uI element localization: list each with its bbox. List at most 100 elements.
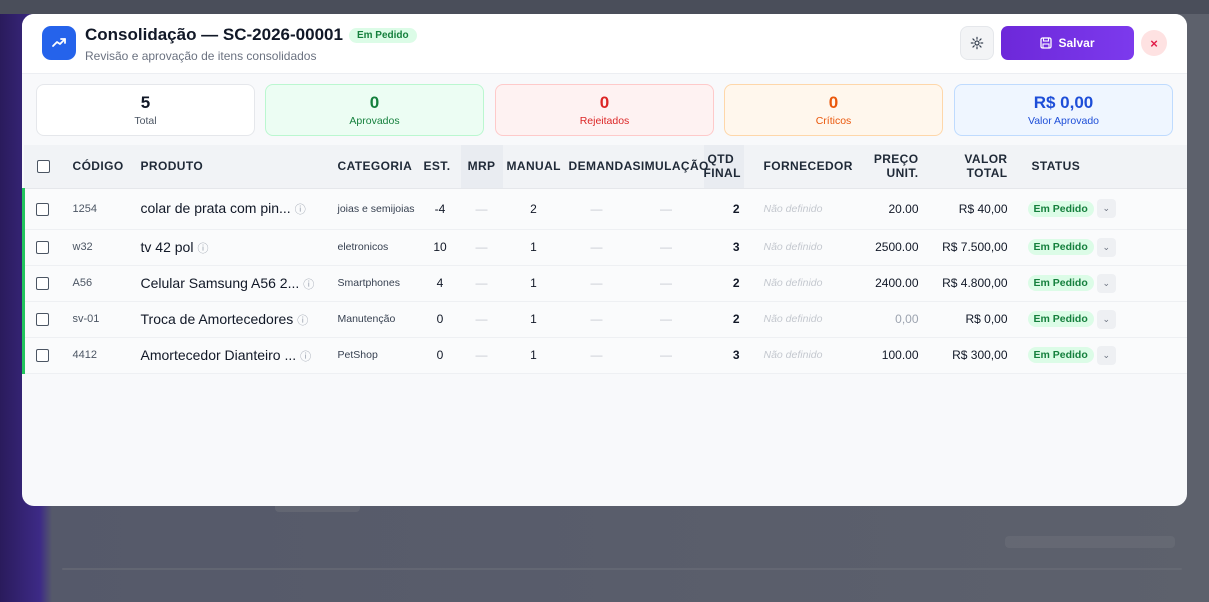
close-button[interactable]: × bbox=[1141, 30, 1167, 56]
row-est: 0 bbox=[419, 301, 461, 338]
select-all-checkbox[interactable] bbox=[36, 160, 50, 174]
summary-cards: 5 Total 0 Aprovados 0 Rejeitados 0 Críti… bbox=[36, 84, 1174, 136]
save-button[interactable]: Salvar bbox=[1001, 26, 1134, 60]
col-simulacao[interactable]: SIMULAÇÃO bbox=[628, 145, 708, 189]
info-icon[interactable]: ⓘ bbox=[303, 279, 314, 291]
row-valor: R$ 0,00 bbox=[922, 301, 1012, 338]
row-status-cell: Em Pedido ⌄ bbox=[1011, 229, 1187, 266]
row-demanda: — bbox=[564, 188, 629, 230]
row-produto-cell: colar de prata com pin... ⓘ bbox=[136, 188, 334, 230]
card-approved-label: Aprovados bbox=[349, 115, 400, 127]
row-fornecedor[interactable]: Não definido bbox=[743, 301, 860, 338]
col-fornecedor[interactable]: FORNECEDOR bbox=[743, 145, 860, 189]
chevron-down-icon[interactable]: ⌄ bbox=[1096, 309, 1116, 329]
row-est: -4 bbox=[419, 188, 461, 230]
col-status[interactable]: STATUS bbox=[1011, 145, 1187, 189]
col-qtd-final-line1: QTD bbox=[707, 152, 735, 167]
floppy-disk-icon bbox=[1040, 37, 1053, 49]
row-qtd-final: 2 bbox=[703, 188, 744, 230]
card-approved-value-total: R$ 0,00 Valor Aprovado bbox=[954, 84, 1173, 136]
col-codigo[interactable]: CÓDIGO bbox=[68, 145, 137, 189]
row-manual[interactable]: 1 bbox=[502, 229, 565, 266]
table-row[interactable]: 4412 Amortecedor Dianteiro ... ⓘ PetShop … bbox=[22, 337, 1187, 374]
row-manual[interactable]: 2 bbox=[502, 188, 565, 230]
card-critical: 0 Críticos bbox=[724, 84, 943, 136]
row-produto[interactable]: tv 42 pol bbox=[141, 239, 194, 255]
chevron-down-icon[interactable]: ⌄ bbox=[1096, 199, 1116, 218]
chevron-down-icon[interactable]: ⌄ bbox=[1096, 237, 1116, 257]
card-approved-value: 0 bbox=[369, 93, 380, 112]
row-fornecedor[interactable]: Não definido bbox=[743, 337, 860, 374]
row-codigo: 1254 bbox=[68, 188, 137, 230]
row-preco: 2400.00 bbox=[859, 265, 923, 302]
row-qtd-final: 3 bbox=[703, 337, 744, 374]
col-valor[interactable]: VALOR TOTAL bbox=[922, 145, 1012, 189]
col-valor-line1: VALOR bbox=[964, 152, 1008, 167]
row-codigo: 4412 bbox=[68, 337, 137, 374]
row-manual[interactable]: 1 bbox=[502, 337, 565, 374]
backdrop-ghost-divider bbox=[62, 568, 1182, 570]
row-checkbox[interactable] bbox=[36, 313, 49, 327]
col-demanda[interactable]: DEMANDA bbox=[564, 145, 632, 189]
row-categoria: Manutenção bbox=[333, 301, 420, 338]
table-header-row: CÓDIGO PRODUTO CATEGORIA EST. MRP MANUAL… bbox=[23, 145, 1187, 189]
row-produto[interactable]: Amortecedor Dianteiro ... bbox=[141, 347, 297, 363]
row-simulacao: — bbox=[628, 265, 704, 302]
col-preco[interactable]: PREÇO UNIT. bbox=[859, 145, 923, 189]
row-checkbox[interactable] bbox=[36, 202, 49, 216]
info-icon[interactable]: ⓘ bbox=[300, 351, 311, 363]
row-status-cell: Em Pedido ⌄ bbox=[1011, 265, 1187, 302]
row-checkbox[interactable] bbox=[36, 277, 49, 291]
row-produto-cell: Troca de Amortecedores ⓘ bbox=[136, 301, 334, 338]
col-categoria[interactable]: CATEGORIA bbox=[333, 145, 420, 189]
row-status-badge: Em Pedido bbox=[1027, 347, 1094, 364]
row-status-cell: Em Pedido ⌄ bbox=[1011, 337, 1187, 374]
row-produto-cell: Amortecedor Dianteiro ... ⓘ bbox=[136, 337, 334, 374]
row-produto-cell: tv 42 pol ⓘ bbox=[136, 229, 334, 266]
row-manual[interactable]: 1 bbox=[502, 265, 565, 302]
row-est: 0 bbox=[419, 337, 461, 374]
row-demanda: — bbox=[564, 229, 629, 266]
table-row[interactable]: 1254 colar de prata com pin... ⓘ joias e … bbox=[22, 188, 1187, 230]
col-preco-line1: PREÇO bbox=[873, 152, 919, 167]
col-est[interactable]: EST. bbox=[419, 145, 461, 189]
row-manual[interactable]: 1 bbox=[502, 301, 565, 338]
row-demanda: — bbox=[564, 265, 629, 302]
settings-button[interactable] bbox=[960, 26, 994, 60]
info-icon[interactable]: ⓘ bbox=[297, 315, 308, 327]
col-produto[interactable]: PRODUTO bbox=[136, 145, 334, 189]
card-rejected-value: 0 bbox=[599, 93, 610, 112]
info-icon[interactable]: ⓘ bbox=[295, 204, 306, 216]
row-fornecedor[interactable]: Não definido bbox=[743, 188, 860, 230]
row-status-badge: Em Pedido bbox=[1027, 311, 1094, 328]
row-valor: R$ 7.500,00 bbox=[922, 229, 1012, 266]
col-qtd-final-line2: FINAL bbox=[703, 166, 741, 181]
row-qtd-final: 3 bbox=[703, 229, 744, 266]
col-mrp[interactable]: MRP bbox=[460, 145, 503, 189]
table-row[interactable]: A56 Celular Samsung A56 2... ⓘ Smartphone… bbox=[22, 265, 1187, 302]
consolidation-modal: Consolidação — SC-2026-00001 Em Pedido R… bbox=[22, 14, 1187, 506]
row-qtd-final: 2 bbox=[703, 265, 744, 302]
row-codigo: A56 bbox=[68, 265, 137, 302]
col-qtd-final[interactable]: QTD FINAL bbox=[703, 145, 744, 189]
row-produto[interactable]: Troca de Amortecedores bbox=[141, 311, 294, 327]
status-badge: Em Pedido bbox=[348, 27, 417, 43]
col-preco-line2: UNIT. bbox=[886, 166, 919, 181]
row-checkbox[interactable] bbox=[36, 241, 49, 255]
info-icon[interactable]: ⓘ bbox=[197, 243, 208, 255]
chevron-down-icon[interactable]: ⌄ bbox=[1096, 345, 1116, 365]
card-total-label: Total bbox=[134, 115, 157, 127]
row-produto[interactable]: Celular Samsung A56 2... bbox=[141, 275, 300, 291]
row-fornecedor[interactable]: Não definido bbox=[743, 265, 860, 302]
table-row[interactable]: w32 tv 42 pol ⓘ eletronicos 10 — 1 — — 3 … bbox=[22, 229, 1187, 266]
chevron-down-icon[interactable]: ⌄ bbox=[1096, 273, 1116, 293]
row-fornecedor[interactable]: Não definido bbox=[743, 229, 860, 266]
col-manual[interactable]: MANUAL bbox=[502, 145, 565, 189]
row-produto[interactable]: colar de prata com pin... bbox=[141, 200, 291, 216]
save-button-label: Salvar bbox=[1058, 36, 1095, 50]
table-row[interactable]: sv-01 Troca de Amortecedores ⓘ Manutenção… bbox=[22, 301, 1187, 338]
modal-header: Consolidação — SC-2026-00001 Em Pedido R… bbox=[22, 14, 1187, 74]
row-checkbox[interactable] bbox=[36, 349, 49, 363]
trending-up-icon bbox=[42, 26, 76, 60]
row-simulacao: — bbox=[628, 301, 704, 338]
